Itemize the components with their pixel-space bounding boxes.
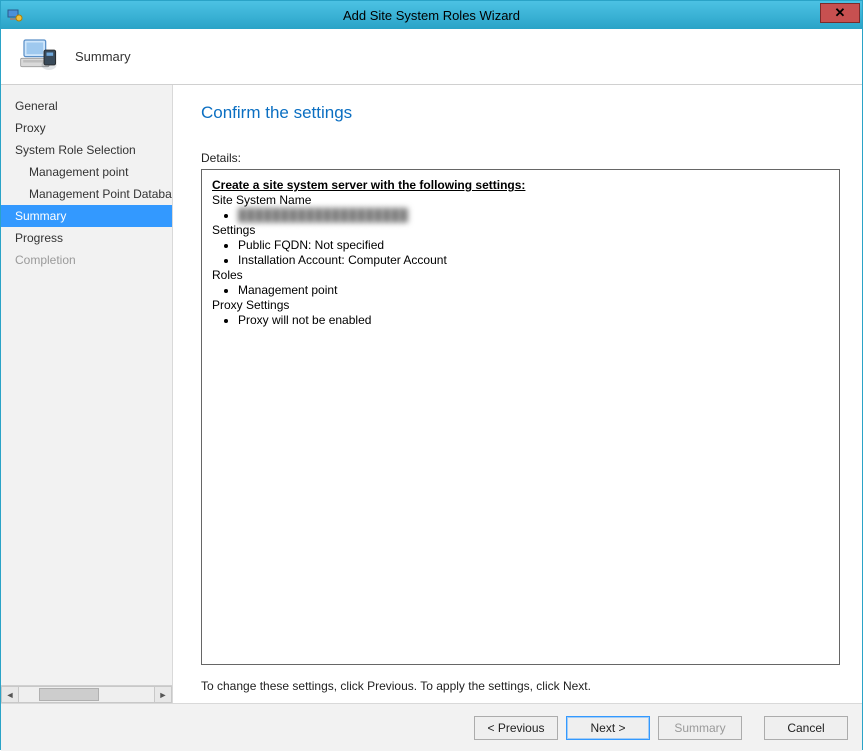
sidebar-horizontal-scrollbar[interactable]: ◄ ► (1, 685, 172, 703)
app-icon (7, 7, 23, 23)
wizard-footer: < Previous Next > Summary Cancel (1, 703, 862, 751)
page-heading: Confirm the settings (201, 103, 840, 123)
window-titlebar: Add Site System Roles Wizard ✕ (1, 1, 862, 29)
wizard-body: General Proxy System Role Selection Mana… (1, 85, 862, 703)
computer-icon (19, 35, 59, 78)
settings-item: Installation Account: Computer Account (238, 253, 829, 268)
nav-item-completion: Completion (1, 249, 172, 271)
proxy-item: Proxy will not be enabled (238, 313, 829, 328)
scroll-left-button[interactable]: ◄ (1, 686, 19, 703)
settings-section-label: Settings (212, 223, 829, 238)
previous-button[interactable]: < Previous (474, 716, 558, 740)
summary-button: Summary (658, 716, 742, 740)
nav-item-management-point-database[interactable]: Management Point Database (1, 183, 172, 205)
nav-item-system-role-selection[interactable]: System Role Selection (1, 139, 172, 161)
nav-item-general[interactable]: General (1, 95, 172, 117)
nav-item-management-point[interactable]: Management point (1, 161, 172, 183)
step-title: Summary (75, 49, 131, 64)
scroll-right-button[interactable]: ► (154, 686, 172, 703)
details-label: Details: (201, 151, 840, 165)
scroll-thumb[interactable] (39, 688, 99, 701)
site-system-name-value: ████████████████████ (238, 208, 829, 223)
hint-text: To change these settings, click Previous… (201, 679, 840, 693)
scroll-track[interactable] (19, 686, 154, 703)
proxy-section-label: Proxy Settings (212, 298, 829, 313)
details-headline: Create a site system server with the fol… (212, 178, 829, 193)
next-button[interactable]: Next > (566, 716, 650, 740)
site-system-name-label: Site System Name (212, 193, 829, 208)
close-icon: ✕ (835, 5, 846, 21)
nav-sidebar: General Proxy System Role Selection Mana… (1, 85, 173, 703)
roles-section-label: Roles (212, 268, 829, 283)
nav-item-proxy[interactable]: Proxy (1, 117, 172, 139)
nav-item-summary[interactable]: Summary (1, 205, 172, 227)
main-panel: Confirm the settings Details: Create a s… (173, 85, 862, 703)
wizard-header: Summary (1, 29, 862, 85)
close-button[interactable]: ✕ (820, 3, 860, 23)
details-box[interactable]: Create a site system server with the fol… (201, 169, 840, 665)
window-title: Add Site System Roles Wizard (1, 8, 862, 23)
roles-item: Management point (238, 283, 829, 298)
nav-item-progress[interactable]: Progress (1, 227, 172, 249)
settings-item: Public FQDN: Not specified (238, 238, 829, 253)
cancel-button[interactable]: Cancel (764, 716, 848, 740)
